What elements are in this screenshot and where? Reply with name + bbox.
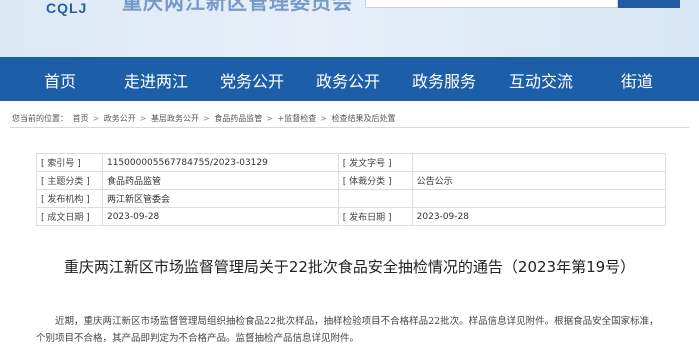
nav-item-gov-services[interactable]: 政务服务: [412, 68, 476, 92]
nav-item-gov-affairs[interactable]: 政务公开: [316, 68, 380, 92]
topic-label: [ 主题分类 ]: [36, 171, 103, 190]
table-row: [ 成文日期 ] 2023-09-28 [ 发布日期 ] 2023-09-28: [36, 207, 667, 226]
breadcrumb-item[interactable]: 政务公开: [104, 114, 136, 123]
breadcrumb-separator: >: [266, 114, 273, 123]
search-button[interactable]: [618, 0, 680, 8]
published-date-label: [ 发布日期 ]: [337, 207, 413, 226]
nav-item-streets[interactable]: 街道: [621, 68, 653, 92]
article-title: 重庆两江新区市场监督管理局关于22批次食品安全抽检情况的通告（2023年第19号…: [63, 258, 636, 276]
created-date-value: 2023-09-28: [101, 207, 339, 226]
topic-value: 食品药品监管: [101, 171, 339, 190]
document-info-table: [ 索引号 ] 115000005567784755/2023-03129 [ …: [36, 153, 667, 226]
table-row: [ 索引号 ] 115000005567784755/2023-03129 [ …: [36, 153, 667, 172]
empty-cell: [337, 189, 413, 208]
issuer-label: [ 发布机构 ]: [36, 189, 103, 208]
article-body: 近期，重庆两江新区市场监督管理局组织抽检食品22批次样品，抽样检验项目不合格样品…: [36, 316, 659, 344]
nav-item-interaction[interactable]: 互动交流: [509, 68, 573, 92]
breadcrumb-item[interactable]: 首页: [73, 114, 89, 123]
issuer-value: 两江新区管委会: [101, 189, 339, 208]
index-label: [ 索引号 ]: [36, 153, 103, 172]
breadcrumb-separator: >: [203, 114, 210, 123]
breadcrumb-prefix: 您当前的位置：: [12, 114, 68, 123]
doc-no-value: [411, 153, 667, 172]
breadcrumb: 您当前的位置： 首页 > 政务公开 > 基层政务公开 > 食品药品监管 > +监督检查 >…: [12, 113, 398, 124]
genre-value: 公告公示: [411, 171, 667, 190]
breadcrumb-item[interactable]: 检查结果及后处置: [332, 114, 396, 123]
breadcrumb-separator: >: [92, 114, 100, 123]
nav-item-party-affairs[interactable]: 党务公开: [220, 68, 284, 92]
search-input[interactable]: [365, 0, 618, 8]
breadcrumb-item[interactable]: +监督检查: [278, 114, 317, 123]
empty-cell: [411, 189, 667, 208]
site-title: 重庆两江新区管理委员会: [122, 0, 353, 14]
nav-item-about[interactable]: 走进两江: [124, 68, 188, 92]
doc-no-label: [ 发文字号 ]: [337, 153, 413, 172]
breadcrumb-item[interactable]: 食品药品监管: [214, 114, 262, 123]
breadcrumb-divider: [10, 127, 689, 128]
breadcrumb-separator: >: [320, 114, 327, 123]
index-value: 115000005567784755/2023-03129: [101, 153, 339, 172]
site-header: CQLJ 重庆两江新区管理委员会: [0, 0, 699, 57]
main-nav: 首页 走进两江 党务公开 政务公开 政务服务 互动交流 街道: [0, 57, 699, 101]
table-row: [ 发布机构 ] 两江新区管委会: [36, 189, 667, 208]
nav-item-home[interactable]: 首页: [44, 68, 76, 92]
created-date-label: [ 成文日期 ]: [36, 207, 103, 226]
published-date-value: 2023-09-28: [411, 207, 667, 226]
site-logo[interactable]: CQLJ: [46, 0, 87, 16]
breadcrumb-item[interactable]: 基层政务公开: [151, 114, 199, 123]
table-row: [ 主题分类 ] 食品药品监管 [ 体裁分类 ] 公告公示: [36, 171, 667, 190]
breadcrumb-separator: >: [139, 114, 147, 123]
genre-label: [ 体裁分类 ]: [337, 171, 413, 190]
